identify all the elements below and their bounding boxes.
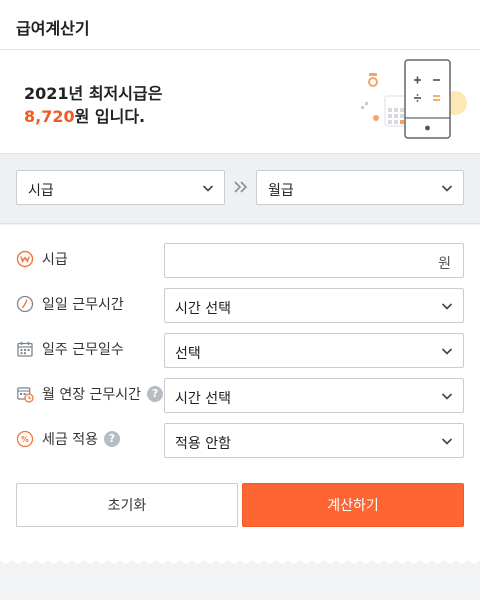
chevron-down-icon: [441, 393, 453, 400]
to-unit-value: 월급: [268, 183, 294, 199]
daily-hours-label-group: 일일 근무시간: [16, 294, 124, 314]
app-header: 급여계산기: [0, 0, 480, 50]
monthly-overtime-label-group: 월 연장 근무시간 ?: [16, 384, 164, 404]
percent-icon: %: [16, 430, 34, 448]
clock-icon: [16, 295, 34, 313]
daily-hours-value: 시간 선택: [175, 301, 231, 317]
won-unit-label: 원: [438, 256, 451, 272]
chevron-down-icon: [441, 185, 453, 192]
banner-line2: 8,720원 입니다.: [24, 103, 145, 127]
chevron-down-icon: [441, 438, 453, 445]
chevron-down-icon: [441, 348, 453, 355]
tax-value: 적용 안함: [175, 436, 231, 452]
receipt-edge: [0, 558, 480, 564]
hourly-wage-input[interactable]: 원: [164, 243, 464, 278]
min-wage-banner: 2021년 최저시급은 8,720원 입니다.: [0, 50, 480, 154]
calculate-button[interactable]: 계산하기: [242, 483, 464, 527]
min-wage-value: 8,720: [24, 107, 75, 126]
daily-hours-label: 일일 근무시간: [42, 297, 124, 313]
weekly-days-select[interactable]: 선택: [164, 333, 464, 368]
tax-label: 세금 적용: [42, 432, 98, 448]
help-icon[interactable]: ?: [147, 386, 164, 402]
double-chevron-right-icon: [234, 181, 248, 193]
monthly-overtime-select[interactable]: 시간 선택: [164, 378, 464, 413]
from-unit-select[interactable]: 시급: [16, 170, 225, 205]
svg-text:%: %: [21, 435, 29, 444]
monthly-overtime-value: 시간 선택: [175, 391, 231, 407]
tax-select[interactable]: 적용 안함: [164, 423, 464, 458]
reset-button[interactable]: 초기화: [16, 483, 238, 527]
help-icon[interactable]: ?: [103, 431, 120, 447]
banner-line1: 2021년 최저시급은: [24, 84, 163, 103]
overtime-icon: [17, 387, 34, 403]
to-unit-select[interactable]: 월급: [256, 170, 464, 205]
hourly-wage-label-group: 시급: [16, 249, 68, 269]
page-title: 급여계산기: [16, 19, 90, 38]
hourly-wage-label: 시급: [42, 252, 68, 268]
monthly-overtime-label: 월 연장 근무시간: [42, 387, 142, 403]
calculator-illustration: [361, 59, 467, 139]
from-unit-value: 시급: [28, 183, 54, 199]
chevron-down-icon: [202, 185, 214, 192]
banner-line2-suffix: 원 입니다.: [74, 107, 146, 126]
won-coin-icon: [16, 250, 34, 268]
weekly-days-value: 선택: [175, 346, 201, 362]
calendar-icon: [17, 341, 33, 357]
weekly-days-label: 일주 근무일수: [42, 342, 124, 358]
daily-hours-select[interactable]: 시간 선택: [164, 288, 464, 323]
chevron-down-icon: [441, 303, 453, 310]
tax-label-group: % 세금 적용 ?: [16, 429, 120, 449]
weekly-days-label-group: 일주 근무일수: [16, 339, 124, 359]
